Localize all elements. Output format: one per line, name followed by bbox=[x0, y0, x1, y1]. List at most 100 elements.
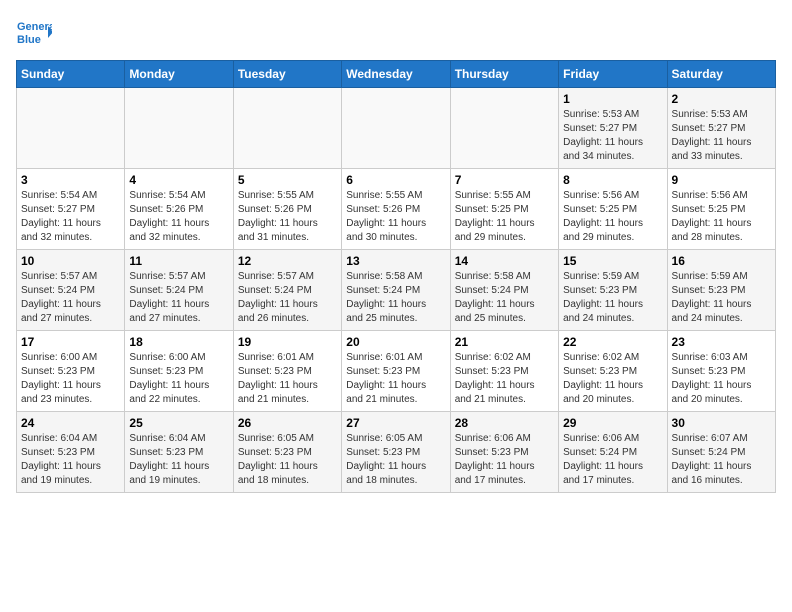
day-info: Sunrise: 5:59 AMSunset: 5:23 PMDaylight:… bbox=[563, 270, 662, 326]
weekday-header-tuesday: Tuesday bbox=[233, 61, 341, 88]
calendar-cell: 23 Sunrise: 6:03 AMSunset: 5:23 PMDayligh… bbox=[667, 331, 775, 412]
day-number: 13 bbox=[346, 254, 445, 268]
day-info: Sunrise: 6:00 AMSunset: 5:23 PMDaylight:… bbox=[129, 351, 228, 407]
calendar-week-3: 17 Sunrise: 6:00 AMSunset: 5:23 PMDayligh… bbox=[17, 331, 776, 412]
logo-svg: General Blue bbox=[16, 16, 52, 52]
day-number: 8 bbox=[563, 173, 662, 187]
day-number: 30 bbox=[672, 416, 771, 430]
calendar-cell: 30 Sunrise: 6:07 AMSunset: 5:24 PMDayligh… bbox=[667, 412, 775, 493]
day-info: Sunrise: 5:57 AMSunset: 5:24 PMDaylight:… bbox=[21, 270, 120, 326]
day-number: 3 bbox=[21, 173, 120, 187]
day-info: Sunrise: 5:58 AMSunset: 5:24 PMDaylight:… bbox=[455, 270, 554, 326]
calendar-cell: 3 Sunrise: 5:54 AMSunset: 5:27 PMDaylight… bbox=[17, 169, 125, 250]
day-number: 21 bbox=[455, 335, 554, 349]
day-info: Sunrise: 6:05 AMSunset: 5:23 PMDaylight:… bbox=[238, 432, 337, 488]
day-info: Sunrise: 6:06 AMSunset: 5:24 PMDaylight:… bbox=[563, 432, 662, 488]
calendar-week-2: 10 Sunrise: 5:57 AMSunset: 5:24 PMDayligh… bbox=[17, 250, 776, 331]
svg-text:Blue: Blue bbox=[17, 34, 41, 46]
calendar-cell bbox=[17, 88, 125, 169]
calendar-cell bbox=[125, 88, 233, 169]
day-info: Sunrise: 5:55 AMSunset: 5:26 PMDaylight:… bbox=[346, 189, 445, 245]
day-number: 5 bbox=[238, 173, 337, 187]
day-number: 18 bbox=[129, 335, 228, 349]
calendar-cell: 10 Sunrise: 5:57 AMSunset: 5:24 PMDayligh… bbox=[17, 250, 125, 331]
calendar-cell: 24Sunrise: 6:04 AMSunset: 5:23 PMDayligh… bbox=[17, 412, 125, 493]
day-number: 15 bbox=[563, 254, 662, 268]
calendar-cell: 6 Sunrise: 5:55 AMSunset: 5:26 PMDaylight… bbox=[342, 169, 450, 250]
calendar-cell: 28 Sunrise: 6:06 AMSunset: 5:23 PMDayligh… bbox=[450, 412, 558, 493]
day-info: Sunrise: 6:07 AMSunset: 5:24 PMDaylight:… bbox=[672, 432, 771, 488]
day-number: 22 bbox=[563, 335, 662, 349]
calendar-cell: 25 Sunrise: 6:04 AMSunset: 5:23 PMDayligh… bbox=[125, 412, 233, 493]
day-number: 16 bbox=[672, 254, 771, 268]
day-number: 25 bbox=[129, 416, 228, 430]
day-number: 10 bbox=[21, 254, 120, 268]
day-info: Sunrise: 6:00 AMSunset: 5:23 PMDaylight:… bbox=[21, 351, 120, 407]
calendar-cell: 9 Sunrise: 5:56 AMSunset: 5:25 PMDaylight… bbox=[667, 169, 775, 250]
calendar-week-4: 24Sunrise: 6:04 AMSunset: 5:23 PMDayligh… bbox=[17, 412, 776, 493]
day-info: Sunrise: 5:57 AMSunset: 5:24 PMDaylight:… bbox=[238, 270, 337, 326]
calendar-cell: 20 Sunrise: 6:01 AMSunset: 5:23 PMDayligh… bbox=[342, 331, 450, 412]
day-number: 6 bbox=[346, 173, 445, 187]
calendar-cell: 12 Sunrise: 5:57 AMSunset: 5:24 PMDayligh… bbox=[233, 250, 341, 331]
calendar-cell: 13Sunrise: 5:58 AMSunset: 5:24 PMDayligh… bbox=[342, 250, 450, 331]
day-number: 4 bbox=[129, 173, 228, 187]
calendar-cell: 17 Sunrise: 6:00 AMSunset: 5:23 PMDayligh… bbox=[17, 331, 125, 412]
day-info: Sunrise: 6:04 AMSunset: 5:23 PMDaylight:… bbox=[129, 432, 228, 488]
day-number: 11 bbox=[129, 254, 228, 268]
day-number: 19 bbox=[238, 335, 337, 349]
day-number: 23 bbox=[672, 335, 771, 349]
calendar-cell: 22 Sunrise: 6:02 AMSunset: 5:23 PMDayligh… bbox=[559, 331, 667, 412]
day-number: 14 bbox=[455, 254, 554, 268]
weekday-header-sunday: Sunday bbox=[17, 61, 125, 88]
day-info: Sunrise: 5:53 AMSunset: 5:27 PMDaylight:… bbox=[672, 108, 771, 164]
day-number: 17 bbox=[21, 335, 120, 349]
calendar-cell: 2Sunrise: 5:53 AMSunset: 5:27 PMDaylight… bbox=[667, 88, 775, 169]
day-info: Sunrise: 5:57 AMSunset: 5:24 PMDaylight:… bbox=[129, 270, 228, 326]
calendar-cell: 5 Sunrise: 5:55 AMSunset: 5:26 PMDaylight… bbox=[233, 169, 341, 250]
day-info: Sunrise: 5:56 AMSunset: 5:25 PMDaylight:… bbox=[563, 189, 662, 245]
day-info: Sunrise: 5:55 AMSunset: 5:25 PMDaylight:… bbox=[455, 189, 554, 245]
day-info: Sunrise: 6:02 AMSunset: 5:23 PMDaylight:… bbox=[455, 351, 554, 407]
calendar-cell: 21 Sunrise: 6:02 AMSunset: 5:23 PMDayligh… bbox=[450, 331, 558, 412]
day-info: Sunrise: 6:03 AMSunset: 5:23 PMDaylight:… bbox=[672, 351, 771, 407]
day-info: Sunrise: 5:56 AMSunset: 5:25 PMDaylight:… bbox=[672, 189, 771, 245]
day-number: 9 bbox=[672, 173, 771, 187]
calendar-cell: 27 Sunrise: 6:05 AMSunset: 5:23 PMDayligh… bbox=[342, 412, 450, 493]
calendar-cell: 16 Sunrise: 5:59 AMSunset: 5:23 PMDayligh… bbox=[667, 250, 775, 331]
calendar-cell: 19 Sunrise: 6:01 AMSunset: 5:23 PMDayligh… bbox=[233, 331, 341, 412]
day-number: 7 bbox=[455, 173, 554, 187]
calendar-cell: 7 Sunrise: 5:55 AMSunset: 5:25 PMDaylight… bbox=[450, 169, 558, 250]
day-number: 12 bbox=[238, 254, 337, 268]
day-number: 28 bbox=[455, 416, 554, 430]
day-info: Sunrise: 6:05 AMSunset: 5:23 PMDaylight:… bbox=[346, 432, 445, 488]
day-info: Sunrise: 5:54 AMSunset: 5:27 PMDaylight:… bbox=[21, 189, 120, 245]
calendar-cell: 14 Sunrise: 5:58 AMSunset: 5:24 PMDayligh… bbox=[450, 250, 558, 331]
day-info: Sunrise: 5:59 AMSunset: 5:23 PMDaylight:… bbox=[672, 270, 771, 326]
day-number: 29 bbox=[563, 416, 662, 430]
weekday-header-wednesday: Wednesday bbox=[342, 61, 450, 88]
calendar-cell: 11 Sunrise: 5:57 AMSunset: 5:24 PMDayligh… bbox=[125, 250, 233, 331]
day-info: Sunrise: 6:01 AMSunset: 5:23 PMDaylight:… bbox=[238, 351, 337, 407]
calendar-cell: 15 Sunrise: 5:59 AMSunset: 5:23 PMDayligh… bbox=[559, 250, 667, 331]
day-info: Sunrise: 6:06 AMSunset: 5:23 PMDaylight:… bbox=[455, 432, 554, 488]
weekday-header-monday: Monday bbox=[125, 61, 233, 88]
day-info: Sunrise: 6:04 AMSunset: 5:23 PMDaylight:… bbox=[21, 432, 120, 488]
day-info: Sunrise: 5:54 AMSunset: 5:26 PMDaylight:… bbox=[129, 189, 228, 245]
calendar-header: SundayMondayTuesdayWednesdayThursdayFrid… bbox=[17, 61, 776, 88]
calendar-body: 1 Sunrise: 5:53 AMSunset: 5:27 PMDaylight… bbox=[17, 88, 776, 493]
calendar-week-0: 1 Sunrise: 5:53 AMSunset: 5:27 PMDaylight… bbox=[17, 88, 776, 169]
calendar-cell bbox=[450, 88, 558, 169]
page-header: General Blue bbox=[16, 16, 776, 52]
day-number: 26 bbox=[238, 416, 337, 430]
day-number: 27 bbox=[346, 416, 445, 430]
day-number: 1 bbox=[563, 92, 662, 106]
weekday-header-friday: Friday bbox=[559, 61, 667, 88]
weekday-header-saturday: Saturday bbox=[667, 61, 775, 88]
day-info: Sunrise: 6:01 AMSunset: 5:23 PMDaylight:… bbox=[346, 351, 445, 407]
weekday-header-thursday: Thursday bbox=[450, 61, 558, 88]
day-info: Sunrise: 5:55 AMSunset: 5:26 PMDaylight:… bbox=[238, 189, 337, 245]
day-info: Sunrise: 6:02 AMSunset: 5:23 PMDaylight:… bbox=[563, 351, 662, 407]
calendar-table: SundayMondayTuesdayWednesdayThursdayFrid… bbox=[16, 60, 776, 493]
day-number: 20 bbox=[346, 335, 445, 349]
